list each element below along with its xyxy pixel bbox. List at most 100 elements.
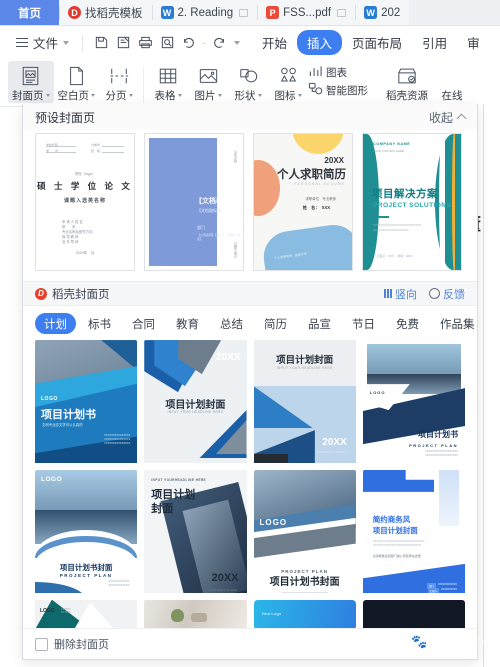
save-icon[interactable] (90, 32, 112, 54)
ribbon-button-chart[interactable]: 图表 (308, 64, 368, 81)
preset-cover-list: 学校代码 学 号 分类号 密 级 学校（logo） 硕 士 学 位 论 文 课题… (23, 130, 477, 281)
close-icon[interactable] (337, 8, 347, 17)
ribbon-label-cover-page: 封面页 (12, 90, 44, 102)
template-card-plan-cover-city[interactable]: LOGO 项目计划书封面 PROJECT PLAN XXXXXXXXXXXX XX… (35, 469, 138, 593)
template-card-blue-gradient[interactable]: Your Logo (253, 599, 356, 628)
preset-resume-subtitle: PERSONAL RESUME (294, 182, 345, 187)
ribbon-button-icons[interactable]: 图标 (268, 61, 308, 103)
collapse-button[interactable]: 收起 (429, 109, 467, 126)
template-card-project-plan-blue[interactable]: LOGO 项目计划书 文科专业应文学可以认真的 XXXXXXXXXXXXXXX X… (35, 340, 138, 463)
ribbon-button-docer-resource[interactable]: 稻壳资源 (382, 61, 432, 103)
columns-icon (384, 289, 392, 299)
undo-icon[interactable] (178, 32, 200, 54)
template-11-logo: Your Logo (261, 610, 282, 616)
delete-cover-label[interactable]: 删除封面页 (54, 636, 109, 652)
undo-caret-icon[interactable]: · (200, 32, 208, 54)
ribbon-button-blank-page[interactable]: 空白页 (54, 61, 100, 103)
preset-resume-title: 个人求职简历 (277, 169, 346, 182)
table-icon (158, 64, 178, 87)
template-4-title: 项目计划书 (418, 430, 458, 440)
category-portfolio[interactable]: 作品集 (431, 313, 477, 334)
template-2-subtitle: INPUT YOUR HEADLINE HERE (167, 410, 224, 415)
ribbon-button-cover-page[interactable]: 封面页 (8, 61, 54, 103)
template-card-dark-cover[interactable] (362, 599, 465, 628)
tab-2024-label: 202 (381, 6, 401, 19)
template-6-subtitle: INPUT YOURHEADLINE HERE (151, 477, 207, 482)
template-card-plan-cover-bluegray[interactable]: LOGO PROJECT PLAN 项目计划书封面 XXXXXXXXXXXXXX… (253, 469, 356, 593)
ribbon-tab-insert[interactable]: 插入 (297, 30, 343, 55)
category-resume[interactable]: 简历 (255, 313, 296, 334)
redo-icon[interactable] (208, 32, 230, 54)
word-doc-icon: W (160, 6, 174, 19)
orientation-label: 竖向 (395, 288, 417, 301)
chart-icon (308, 64, 323, 81)
preset-blue-subtitle: 【文档副标题】 (197, 208, 225, 214)
orientation-toggle[interactable]: 竖向 (384, 286, 417, 302)
ribbon-label-blank-page: 空白页 (57, 90, 90, 102)
category-branding[interactable]: 品宣 (299, 313, 340, 334)
category-education[interactable]: 教育 (167, 313, 208, 334)
preset-solutions-company: COMPANY NAME (373, 142, 411, 147)
print-preview-icon[interactable] (156, 32, 178, 54)
file-menu-label: 文件 (33, 37, 59, 51)
preset-cover-resume[interactable]: 20XX 个人求职简历 PERSONAL RESUME 求职单位 专业教师 姓 … (253, 133, 353, 272)
template-card-plan-cover-building[interactable]: INPUT YOURHEADLINE HERE 项目计划 封面 20XX COM… (144, 469, 247, 593)
template-card-project-plan-city[interactable]: LOGO 项目计划书 PROJECT PLAN XXXXXXXXXXXXXXXX… (362, 340, 465, 463)
tab-bar: 首页 D 找稻壳模板 W 2. Reading P FSS...pdf W 20… (0, 0, 500, 26)
close-icon[interactable] (239, 8, 249, 17)
ribbon-button-shapes[interactable]: 形状 (228, 61, 268, 103)
feedback-button[interactable]: 反馈 (429, 286, 465, 302)
ribbon-label-chart: 图表 (326, 67, 347, 79)
category-plan[interactable]: 计划 (35, 313, 76, 335)
category-holiday[interactable]: 节日 (343, 313, 384, 334)
ribbon-tab-page-layout[interactable]: 页面布局 (342, 30, 412, 55)
smartart-icon (308, 82, 323, 99)
template-7-logo: LOGO (259, 517, 288, 527)
tab-reading-doc[interactable]: W 2. Reading (151, 0, 258, 25)
tab-fss-pdf[interactable]: P FSS...pdf (257, 0, 356, 25)
template-8-title: 简约商务风 项目计划封面 (372, 514, 418, 535)
chevron-down-icon (257, 94, 262, 97)
preset-cover-blue-panel[interactable]: 公司名称 【文档标题】 【文档副标题】 部门 【公司名称】【部门】 【编制人姓名… (144, 133, 244, 272)
template-3-year: 20XX (322, 437, 347, 449)
category-free[interactable]: 免费 (387, 313, 428, 334)
tab-docer-templates[interactable]: D 找稻壳模板 (59, 0, 152, 25)
file-menu-button[interactable]: 文件 (10, 33, 75, 52)
category-bid[interactable]: 标书 (79, 313, 120, 334)
template-2-year: 20XX (216, 352, 241, 364)
template-card-simple-business[interactable]: 简约商务风 项目计划封面 XXXXXXXXXXXXXXXXXXXXXXXXXXX… (362, 469, 465, 593)
ribbon-button-online[interactable]: 在线 (432, 61, 472, 103)
word-doc-icon: W (364, 6, 378, 19)
ribbon-label-smartart: 智能图形 (326, 85, 368, 97)
category-summary[interactable]: 总结 (211, 313, 252, 334)
template-3-title: 项目计划封面 (276, 355, 334, 367)
preset-cover-thesis[interactable]: 学校代码 学 号 分类号 密 级 学校（logo） 硕 士 学 位 论 文 课题… (35, 133, 135, 272)
print-icon[interactable] (134, 32, 156, 54)
ribbon-button-picture[interactable]: 图片 (188, 61, 228, 103)
tab-2024-doc[interactable]: W 202 (355, 0, 410, 25)
ribbon-tab-references[interactable]: 引用 (412, 30, 457, 55)
preset-cover-solutions[interactable]: COMPANY NAME YOUR CONTENT HERE 项目解决方案 PR… (362, 133, 462, 272)
ribbon-label-picture: 图片 (194, 90, 216, 102)
tab-home[interactable]: 首页 (0, 0, 59, 25)
quick-more-icon[interactable] (230, 32, 244, 54)
template-card-logo-triangle[interactable]: LOGO XXXXXX XXXXXX (35, 599, 138, 628)
chevron-down-icon (63, 40, 70, 45)
ribbon-button-smartart[interactable]: 智能图形 (308, 82, 368, 99)
ribbon-button-page-break[interactable]: 分页 (99, 61, 139, 103)
template-4-logo: LOGO (369, 390, 386, 396)
category-contract[interactable]: 合同 (123, 313, 164, 334)
ribbon-label-docer-resource: 稻壳资源 (386, 90, 428, 102)
template-4-subtitle: PROJECT PLAN (409, 443, 458, 449)
template-card-photo-plant[interactable] (144, 599, 247, 628)
save-as-icon[interactable] (112, 32, 134, 54)
ribbon-tab-review[interactable]: 审 (457, 30, 490, 55)
ribbon-tab-start[interactable]: 开始 (252, 30, 297, 55)
template-card-project-plan-20xx[interactable]: 20XX 项目计划封面 INPUT YOUR HEADLINE HERE COM… (144, 340, 247, 463)
template-1-logo: LOGO (41, 396, 58, 403)
blank-page-icon (68, 64, 85, 87)
template-9-logo: LOGO (40, 607, 55, 614)
template-card-project-plan-gray[interactable]: 项目计划封面 INPUT YOUR HEADLINE HERE 20XX COM… (253, 340, 356, 463)
template-1-subtitle: 文科专业应文学可以认真的 (42, 423, 83, 428)
ribbon-button-table[interactable]: 表格 (148, 61, 188, 103)
